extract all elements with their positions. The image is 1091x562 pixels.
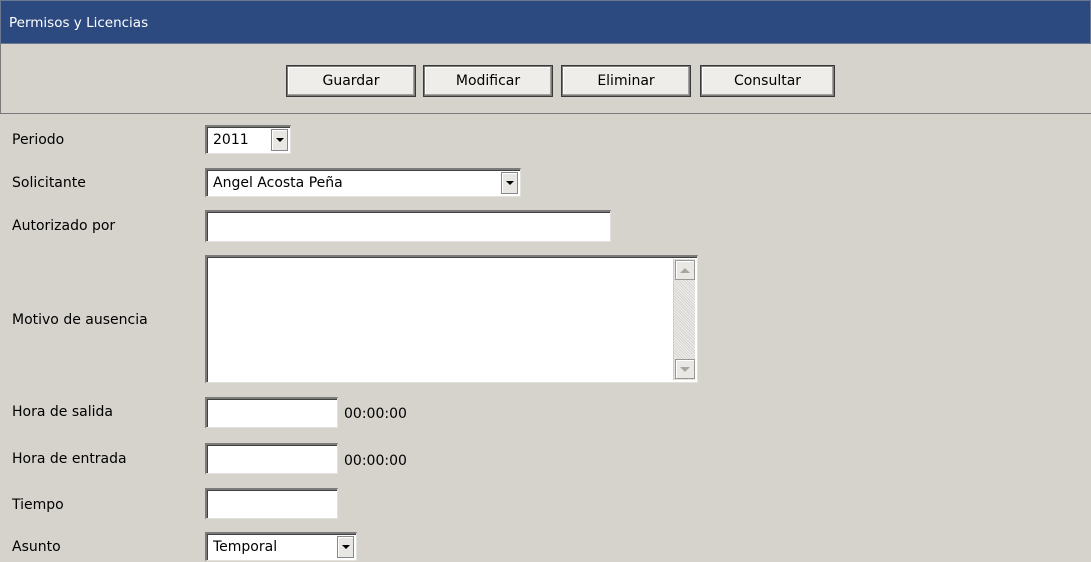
hora-entrada-display: 00:00:00 xyxy=(344,453,407,469)
hora-salida-label: Hora de salida xyxy=(12,404,113,420)
periodo-label: Periodo xyxy=(12,132,65,148)
chevron-down-icon[interactable] xyxy=(337,536,354,558)
autorizado-input[interactable] xyxy=(205,210,611,242)
hora-entrada-input[interactable] xyxy=(205,443,338,474)
solicitante-value: Angel Acosta Peña xyxy=(213,175,343,191)
tiempo-input[interactable] xyxy=(205,488,338,519)
window-title-bar: Permisos y Licencias xyxy=(0,0,1091,44)
window-title: Permisos y Licencias xyxy=(9,15,149,31)
solicitante-select[interactable]: Angel Acosta Peña xyxy=(205,168,521,197)
asunto-value: Temporal xyxy=(213,539,278,555)
motivo-label: Motivo de ausencia xyxy=(12,312,148,328)
asunto-label: Asunto xyxy=(12,539,61,555)
hora-salida-display: 00:00:00 xyxy=(344,406,407,422)
consultar-button[interactable]: Consultar xyxy=(700,65,835,97)
hora-salida-input[interactable] xyxy=(205,397,338,428)
eliminar-button[interactable]: Eliminar xyxy=(561,65,691,97)
motivo-scrollbar[interactable] xyxy=(673,259,695,380)
chevron-down-icon[interactable] xyxy=(271,129,288,151)
modificar-button[interactable]: Modificar xyxy=(423,65,553,97)
periodo-value: 2011 xyxy=(213,132,249,148)
solicitante-label: Solicitante xyxy=(12,175,86,191)
toolbar: Guardar Modificar Eliminar Consultar xyxy=(0,44,1091,114)
hora-entrada-label: Hora de entrada xyxy=(12,451,127,467)
scroll-up-icon[interactable] xyxy=(675,260,695,280)
chevron-down-icon[interactable] xyxy=(501,172,518,194)
motivo-textarea[interactable] xyxy=(205,255,698,383)
autorizado-label: Autorizado por xyxy=(12,218,116,234)
tiempo-label: Tiempo xyxy=(12,497,64,513)
guardar-button[interactable]: Guardar xyxy=(286,65,416,97)
scroll-down-icon[interactable] xyxy=(675,359,695,379)
asunto-select[interactable]: Temporal xyxy=(205,532,357,561)
periodo-select[interactable]: 2011 xyxy=(205,125,291,154)
